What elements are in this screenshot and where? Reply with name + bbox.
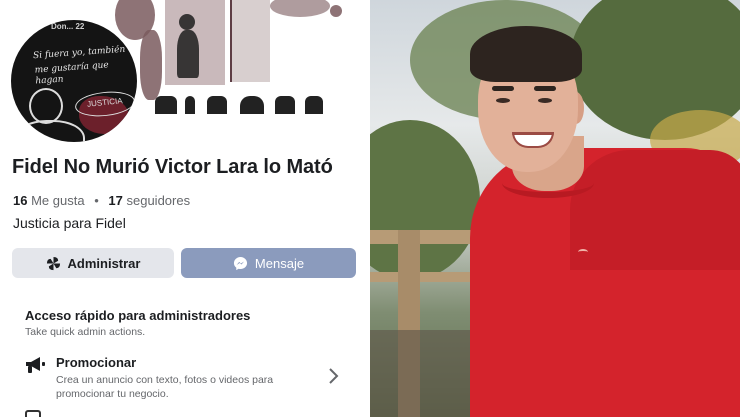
messenger-icon [233, 256, 247, 270]
avatar-head-drawing [29, 88, 63, 124]
page-title: Fidel No Murió Victor Lara lo Mató [12, 156, 333, 178]
avatar-body-drawing [15, 120, 85, 142]
page-avatar[interactable]: Don... 22 Si fuera yo, también me gustar… [8, 17, 140, 145]
person-photo [370, 0, 740, 417]
avatar-handwriting-line-2: me gustaría que hagan [34, 60, 110, 87]
likes-count: 16 [13, 193, 28, 208]
followers-label: seguidores [126, 193, 191, 208]
megaphone-icon [26, 357, 45, 373]
page-stats: 16 Me gusta • 17 seguidores [13, 193, 190, 208]
likes-label: Me gusta [31, 193, 85, 208]
promote-title: Promocionar [56, 355, 137, 370]
pinwheel-icon [46, 256, 60, 270]
promote-description: Crea un anuncio con texto, fotos o video… [56, 374, 274, 400]
followers-count: 17 [108, 193, 123, 208]
quick-access-title: Acceso rápido para administradores [25, 308, 251, 323]
quick-access-subtitle: Take quick admin actions. [25, 326, 146, 338]
admin-button[interactable]: Administrar [12, 248, 174, 278]
chevron-right-icon [329, 368, 339, 384]
message-button-label: Mensaje [254, 255, 305, 271]
facebook-page-screenshot: Don... 22 Si fuera yo, también me gustar… [0, 0, 370, 417]
avatar-caption: Don... 22 [51, 22, 85, 31]
page-bio: Justicia para Fidel [13, 215, 126, 231]
admin-button-label: Administrar [67, 255, 141, 271]
message-button[interactable]: Mensaje [181, 248, 356, 278]
separator-dot: • [94, 193, 99, 208]
partial-next-item-icon [25, 410, 41, 417]
